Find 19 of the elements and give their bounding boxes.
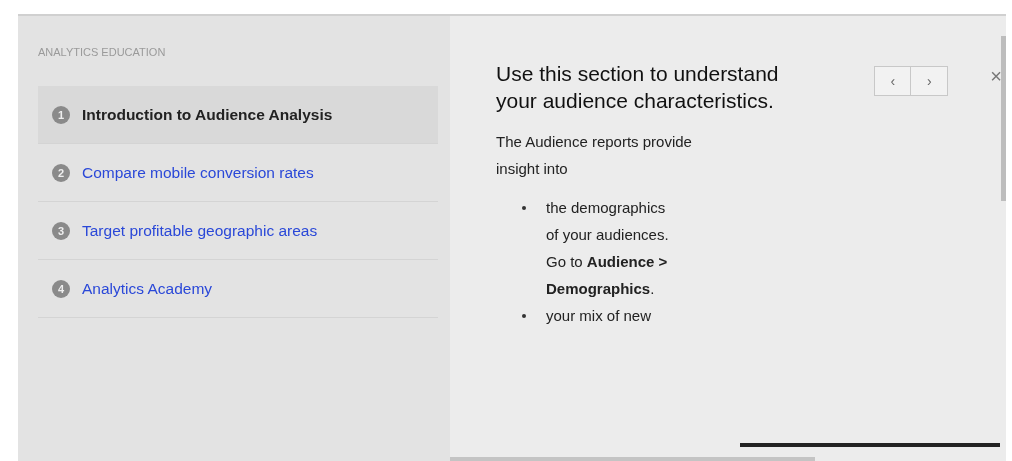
close-button[interactable]: × xyxy=(986,62,1006,90)
sidebar-item[interactable]: 3 Target profitable geographic areas xyxy=(38,202,438,260)
sidebar-item[interactable]: 2 Compare mobile conversion rates xyxy=(38,144,438,202)
sidebar-item[interactable]: 4 Analytics Academy xyxy=(38,260,438,318)
bullet-text: the demographics of your audiences. Go to Audience > Demographics. xyxy=(546,198,670,299)
bullet-icon xyxy=(522,206,526,210)
bullet-icon xyxy=(522,314,526,318)
step-number: 2 xyxy=(52,163,70,182)
sidebar-heading: ANALYTICS EDUCATION xyxy=(38,46,167,60)
step-number: 3 xyxy=(52,221,70,240)
previous-button[interactable]: ‹ xyxy=(875,67,912,95)
scrollbar[interactable] xyxy=(1001,36,1006,201)
bullet-text: your mix of new xyxy=(546,306,653,326)
next-button[interactable]: › xyxy=(911,67,948,95)
intro-text: The Audience reports provide insight into xyxy=(496,132,693,179)
sidebar-item[interactable]: 1 Introduction to Audience Analysis xyxy=(38,86,438,144)
step-number: 4 xyxy=(52,279,70,298)
step-number: 1 xyxy=(52,105,70,124)
content-title: Use this section to understand your audience characteristics. xyxy=(496,61,780,114)
